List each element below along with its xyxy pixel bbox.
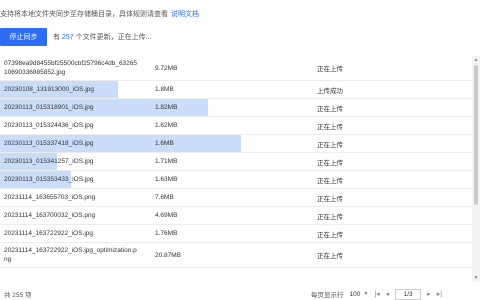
file-list-table: 07398ea9d8455bf25500cbf25796c4db_63265 1… — [0, 56, 472, 282]
table-row[interactable]: 20230113_015341257_iOS.jpg 1.71MB 正在上传 — [0, 153, 472, 171]
file-name: 20230113_015353433_iOS.jpg — [4, 176, 94, 183]
file-name: 20230113_015318901_iOS.jpg — [4, 104, 94, 111]
page-size-select[interactable]: 100 ▼ — [350, 291, 369, 298]
file-name: 20230113_015341257_iOS.jpg — [4, 158, 94, 165]
scroll-thumb[interactable] — [474, 65, 478, 205]
table-row[interactable]: 20230113_015353433_iOS.jpg 1.63MB 正在上传 — [0, 171, 472, 189]
file-name: 20231114_163722922_iOS.jpg_optimization.… — [4, 247, 137, 263]
upload-status: 正在上传 — [317, 105, 343, 113]
page-size-value: 100 — [349, 290, 361, 298]
file-size: 1.82MB — [155, 104, 178, 111]
upload-status: 正在上传 — [317, 123, 343, 131]
scroll-down-icon[interactable]: ▼ — [473, 275, 479, 281]
file-size: 20.87MB — [155, 251, 182, 259]
file-size: 1.8MB — [155, 86, 174, 93]
table-row[interactable]: 20230113_015318901_iOS.jpg 1.82MB 正在上传 — [0, 99, 472, 117]
file-name: 20230113_015337418_iOS.jpg — [4, 140, 94, 147]
file-count: 257 — [61, 34, 74, 41]
file-name: 20230113_015324436_iOS.jpg — [4, 122, 94, 129]
prev-page-icon[interactable]: ◂ — [386, 290, 390, 298]
table-row[interactable]: 20230113_015324436_iOS.jpg 1.62MB 正在上传 — [0, 117, 472, 135]
table-footer: 共 255 项 每页显示行 100 ▼ |◂ ◂ 1/3 ▸ ▸| — [0, 288, 480, 300]
last-page-icon[interactable]: ▸| — [437, 290, 442, 298]
file-size: 7.6MB — [155, 194, 174, 201]
file-size: 1.76MB — [155, 230, 178, 237]
file-name: 20231114_163700032_iOS.png — [4, 212, 96, 219]
file-size: 1.63MB — [155, 176, 178, 183]
table-row[interactable]: 07398ea9d8455bf25500cbf25796c4db_63265 1… — [0, 56, 472, 81]
status-prefix: 有 — [53, 34, 60, 41]
sync-status-text: 有 257 个文件更新，正在上传... — [53, 32, 151, 42]
stop-sync-button[interactable]: 停止同步 — [0, 28, 47, 46]
table-row[interactable]: 20230108_131913000_iOS.jpg 1.8MB 上传成功 — [0, 81, 472, 99]
table-scrollbar[interactable]: ▲ ▼ — [472, 56, 480, 282]
sync-toolbar: 停止同步 有 257 个文件更新，正在上传... — [0, 28, 151, 46]
file-name: 07398ea9d8455bf25500cbf25796c4db_63265 1… — [4, 60, 138, 76]
file-size: 1.62MB — [155, 122, 178, 129]
file-name: 20230108_131913000_iOS.jpg — [4, 86, 95, 93]
sync-notice: 支持将本地文件夹同步至存储桶目录，具体规则请查看 说明文档 — [0, 8, 199, 20]
table-row[interactable]: 20231114_163722922_iOS.jpg_optimization.… — [0, 243, 472, 268]
file-size: 1.71MB — [155, 158, 178, 165]
upload-status: 正在上传 — [317, 253, 343, 260]
next-page-icon[interactable]: ▸ — [427, 290, 431, 298]
file-name: 20231114_163722922_iOS.jpg — [4, 230, 94, 237]
page-number-input[interactable]: 1/3 — [395, 288, 422, 300]
table-row[interactable]: 20231114_163655703_iOS.png 7.6MB 正在上传 — [0, 189, 472, 207]
file-size: 9.72MB — [155, 64, 178, 72]
status-suffix: 个文件更新，正在上传... — [75, 34, 152, 41]
page-size-label: 每页显示行 — [311, 292, 344, 299]
total-count: 共 255 项 — [4, 292, 32, 299]
first-page-icon[interactable]: |◂ — [374, 290, 379, 298]
upload-status: 正在上传 — [317, 213, 343, 221]
upload-status: 正在上传 — [317, 141, 343, 149]
file-size: 4.69MB — [155, 212, 178, 219]
upload-status: 正在上传 — [317, 231, 343, 239]
table-row[interactable]: 20231114_163722922_iOS.jpg 1.76MB 正在上传 — [0, 225, 472, 243]
upload-status: 正在上传 — [317, 159, 343, 167]
scroll-up-icon[interactable]: ▲ — [473, 57, 479, 63]
file-size: 1.6MB — [155, 140, 174, 147]
chevron-down-icon: ▼ — [363, 291, 369, 297]
upload-status: 上传成功 — [317, 87, 343, 95]
table-row[interactable]: 20230113_015337418_iOS.jpg 1.6MB 正在上传 — [0, 135, 472, 153]
upload-status: 正在上传 — [317, 195, 343, 203]
file-name: 20231114_163655703_iOS.png — [4, 194, 96, 201]
table-row[interactable]: 20231114_163700032_iOS.png 4.69MB 正在上传 — [0, 207, 472, 225]
notice-text: 支持将本地文件夹同步至存储桶目录，具体规则请查看 — [0, 11, 168, 18]
upload-status: 正在上传 — [317, 66, 343, 73]
doc-link[interactable]: 说明文档 — [171, 9, 199, 19]
upload-status: 正在上传 — [317, 177, 343, 185]
pagination: 每页显示行 100 ▼ |◂ ◂ 1/3 ▸ ▸| — [311, 288, 442, 300]
